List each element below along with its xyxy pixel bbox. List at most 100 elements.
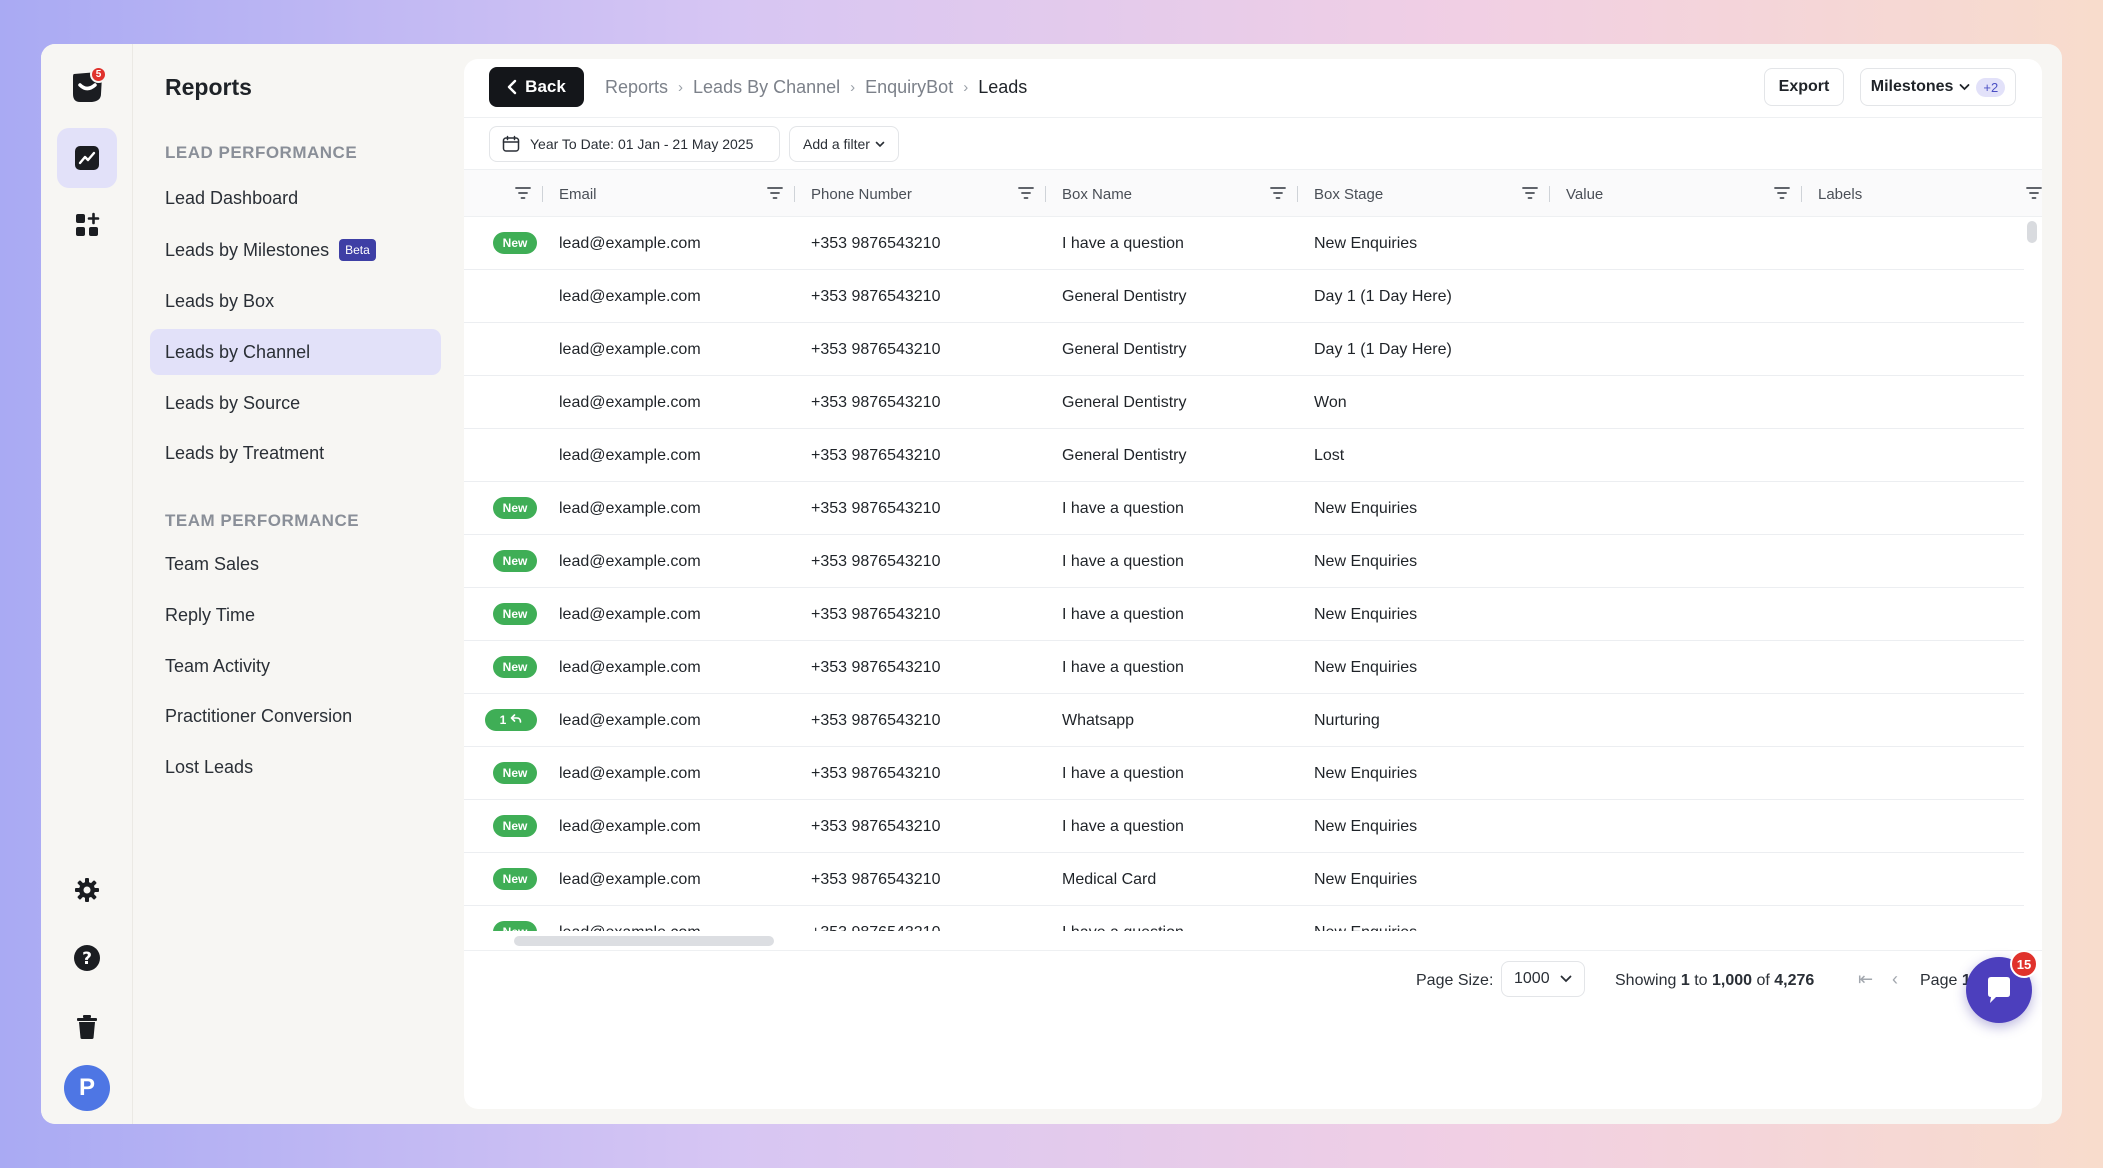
settings-button[interactable] bbox=[57, 860, 117, 920]
reports-nav-button[interactable] bbox=[57, 128, 117, 188]
sidebar-item-practitioner-conversion[interactable]: Practitioner Conversion bbox=[150, 693, 441, 739]
cell-phone: +353 9876543210 bbox=[811, 234, 941, 252]
page-size-select[interactable]: 1000 bbox=[1501, 961, 1585, 997]
column-header-email[interactable]: Email bbox=[559, 170, 597, 218]
column-filter-icon[interactable] bbox=[514, 184, 532, 207]
cell-email: lead@example.com bbox=[559, 870, 701, 888]
sidebar-item-label: Leads by Box bbox=[165, 290, 275, 311]
column-header-labels[interactable]: Labels bbox=[1818, 170, 1862, 218]
table-row[interactable]: New lead@example.com +353 9876543210 I have… bbox=[464, 747, 2024, 800]
first-page-icon[interactable]: ⇤ bbox=[1858, 969, 1873, 990]
column-header-phone-number[interactable]: Phone Number bbox=[811, 170, 912, 218]
cell-email: lead@example.com bbox=[559, 906, 701, 932]
horizontal-scrollbar[interactable] bbox=[514, 936, 774, 946]
new-lead-badge: New bbox=[493, 868, 537, 890]
user-avatar[interactable]: P bbox=[64, 1065, 110, 1111]
cell-email: lead@example.com bbox=[559, 764, 701, 782]
reply-arrow-icon bbox=[510, 713, 522, 727]
cell-phone: +353 9876543210 bbox=[811, 499, 941, 517]
help-button[interactable]: ? bbox=[57, 928, 117, 988]
column-header-box-stage[interactable]: Box Stage bbox=[1314, 170, 1383, 218]
sidebar-item-team-sales[interactable]: Team Sales bbox=[150, 541, 441, 587]
breadcrumb-enquirybot[interactable]: EnquiryBot bbox=[865, 77, 953, 98]
new-lead-badge: New bbox=[493, 656, 537, 678]
sidebar-item-leads-by-source[interactable]: Leads by Source bbox=[150, 380, 441, 426]
chevron-left-icon bbox=[507, 79, 517, 95]
sidebar-item-leads-by-box[interactable]: Leads by Box bbox=[150, 278, 441, 324]
column-divider bbox=[542, 186, 543, 202]
table-row[interactable]: lead@example.com +353 9876543210 General D… bbox=[464, 270, 2024, 323]
vertical-scrollbar[interactable] bbox=[2027, 221, 2037, 243]
breadcrumb-reports[interactable]: Reports bbox=[605, 77, 668, 98]
table-row[interactable]: New lead@example.com +353 9876543210 Medica… bbox=[464, 853, 2024, 906]
new-lead-badge: New bbox=[493, 550, 537, 572]
column-filter-icon[interactable] bbox=[1521, 184, 1539, 207]
table-row[interactable]: New lead@example.com +353 9876543210 I have… bbox=[464, 535, 2024, 588]
chevron-down-icon bbox=[1560, 975, 1572, 983]
cell-phone: +353 9876543210 bbox=[811, 817, 941, 835]
new-lead-badge: New bbox=[493, 815, 537, 837]
cell-email: lead@example.com bbox=[559, 605, 701, 623]
top-bar: Back Reports › Leads By Channel › Enquir… bbox=[464, 59, 2042, 117]
reply-count-badge: 1 bbox=[485, 709, 537, 731]
cell-box-stage: Day 1 (1 Day Here) bbox=[1314, 287, 1452, 305]
apps-nav-button[interactable] bbox=[57, 195, 117, 255]
back-button[interactable]: Back bbox=[489, 67, 584, 107]
sidebar-item-label: Reply Time bbox=[165, 604, 256, 625]
sidebar-item-label: Team Sales bbox=[165, 553, 260, 574]
sidebar-item-team-activity[interactable]: Team Activity bbox=[150, 643, 441, 689]
column-header-value[interactable]: Value bbox=[1566, 170, 1603, 218]
sidebar-item-label: Leads by Milestones bbox=[165, 239, 330, 260]
sidebar-item-label: Leads by Treatment bbox=[165, 442, 325, 463]
table-row[interactable]: New lead@example.com +353 9876543210 I have… bbox=[464, 906, 2024, 931]
horizontal-scrollbar-track bbox=[464, 931, 2042, 951]
table-row[interactable]: lead@example.com +353 9876543210 General D… bbox=[464, 323, 2024, 376]
cell-box-stage: New Enquiries bbox=[1314, 499, 1418, 517]
breadcrumb-leads-by-channel[interactable]: Leads By Channel bbox=[693, 77, 840, 98]
sidebar-item-lost-leads[interactable]: Lost Leads bbox=[150, 744, 441, 790]
export-button[interactable]: Export bbox=[1764, 68, 1844, 106]
column-filter-icon[interactable] bbox=[1773, 184, 1791, 207]
trash-button[interactable] bbox=[57, 997, 117, 1057]
sidebar-item-leads-by-treatment[interactable]: Leads by Treatment bbox=[150, 430, 441, 476]
sidebar-item-lead-dashboard[interactable]: Lead Dashboard bbox=[150, 175, 441, 221]
column-header-box-name[interactable]: Box Name bbox=[1062, 170, 1132, 218]
table-row[interactable]: 1 lead@example.com +353 9876543210 Whatsapp… bbox=[464, 694, 2024, 747]
cell-email: lead@example.com bbox=[559, 340, 701, 358]
date-range-filter[interactable]: Year To Date: 01 Jan - 21 May 2025 bbox=[489, 126, 780, 162]
new-lead-badge: New bbox=[493, 603, 537, 625]
cell-phone: +353 9876543210 bbox=[811, 658, 941, 676]
prev-page-icon[interactable]: ‹ bbox=[1892, 969, 1898, 990]
svg-text:?: ? bbox=[82, 949, 92, 969]
sidebar-item-label: Lead Dashboard bbox=[165, 187, 299, 208]
cell-email: lead@example.com bbox=[559, 552, 701, 570]
table-row[interactable]: New lead@example.com +353 9876543210 I have… bbox=[464, 800, 2024, 853]
beta-badge: Beta bbox=[339, 239, 376, 261]
add-filter-button[interactable]: Add a filter bbox=[789, 126, 899, 162]
reply-count: 1 bbox=[499, 713, 507, 727]
milestones-dropdown[interactable]: Milestones +2 bbox=[1860, 68, 2016, 106]
section-heading-team-performance: TEAM PERFORMANCE bbox=[165, 511, 360, 530]
cell-box-stage: Day 1 (1 Day Here) bbox=[1314, 340, 1452, 358]
table-row[interactable]: lead@example.com +353 9876543210 General D… bbox=[464, 429, 2024, 482]
new-lead-badge: New bbox=[493, 921, 537, 931]
table-row[interactable]: New lead@example.com +353 9876543210 I have… bbox=[464, 588, 2024, 641]
cell-phone: +353 9876543210 bbox=[811, 906, 940, 932]
cell-box-name: Whatsapp bbox=[1062, 711, 1135, 729]
cell-phone: +353 9876543210 bbox=[811, 764, 941, 782]
column-filter-icon[interactable] bbox=[1269, 184, 1287, 207]
cell-box-stage: New Enquiries bbox=[1314, 906, 1417, 932]
table-row[interactable]: New lead@example.com +353 9876543210 I have… bbox=[464, 641, 2024, 694]
apps-add-icon bbox=[76, 212, 100, 236]
logo-notification-badge: 5 bbox=[90, 66, 107, 83]
sidebar-item-leads-by-channel[interactable]: Leads by Channel bbox=[150, 329, 441, 375]
table-row[interactable]: New lead@example.com +353 9876543210 I have… bbox=[464, 482, 2024, 535]
table-row[interactable]: New lead@example.com +353 9876543210 I have… bbox=[464, 217, 2024, 270]
sidebar-item-leads-by-milestones[interactable]: Leads by Milestones Beta bbox=[150, 227, 441, 273]
cell-box-stage: New Enquiries bbox=[1314, 552, 1418, 570]
table-row[interactable]: lead@example.com +353 9876543210 General D… bbox=[464, 376, 2024, 429]
column-filter-icon[interactable] bbox=[766, 184, 784, 207]
sidebar-item-reply-time[interactable]: Reply Time bbox=[150, 592, 441, 638]
column-filter-icon[interactable] bbox=[1017, 184, 1035, 207]
column-filter-icon[interactable] bbox=[2025, 184, 2042, 207]
